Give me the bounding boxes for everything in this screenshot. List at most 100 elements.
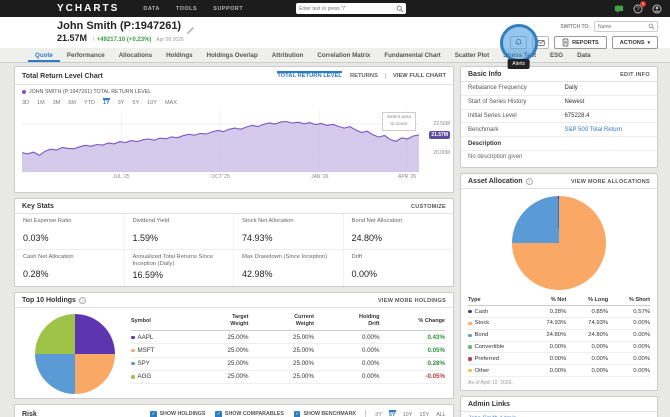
holdings-table: Symbol Target Weight Current Weight Holding… bbox=[131, 313, 445, 384]
basic-info-panel: Basic Info EDIT INFO Rebalance Frequency… bbox=[460, 66, 658, 169]
alerts-button[interactable] bbox=[510, 36, 528, 49]
checkbox-show-benchmark[interactable]: ✓ SHOW BENCHMARK bbox=[293, 411, 356, 417]
stat-value: 16.59% bbox=[132, 270, 164, 281]
checked-checkbox-icon[interactable]: ✓ bbox=[150, 411, 157, 417]
search-icon[interactable] bbox=[396, 5, 404, 13]
chart-range-5y[interactable]: 5Y bbox=[132, 98, 139, 106]
holding-row-spy[interactable]: SPY 25.00% 25.00% 0.00% 0.28% bbox=[131, 358, 445, 371]
tab-quote[interactable]: Quote bbox=[28, 48, 60, 62]
holdings-header-row: Symbol Target Weight Current Weight Holding… bbox=[131, 313, 445, 332]
tab-fundamental-chart[interactable]: Fundamental Chart bbox=[377, 48, 447, 62]
tab-holdings-overlap[interactable]: Holdings Overlap bbox=[200, 48, 265, 62]
holding-row-agg[interactable]: AGG 25.00% 25.00% 0.00% -0.05% bbox=[131, 371, 445, 384]
user-icon[interactable] bbox=[652, 3, 662, 14]
percent-net: 0.00% bbox=[549, 355, 567, 362]
alerts-tooltip: Alerts bbox=[507, 59, 531, 69]
allocation-row-bond: Bond 24.80% 24.80% 0.00% bbox=[468, 330, 650, 342]
x-axis-label: OCT '25 bbox=[211, 174, 230, 180]
holding-drift: 0.00% bbox=[361, 360, 380, 368]
chart-range-1m[interactable]: 1M bbox=[37, 98, 45, 106]
allocation-row-convertible: Convertible 0.00% 0.00% 0.00% bbox=[468, 342, 650, 354]
total-return-area-chart[interactable] bbox=[22, 110, 419, 172]
tab-scatter-plot[interactable]: Scatter Plot bbox=[448, 48, 496, 62]
holding-row-msft[interactable]: MSFT 25.00% 25.00% 0.00% 0.05% bbox=[131, 344, 445, 358]
checkbox-show-holdings[interactable]: ✓ SHOW HOLDINGS bbox=[150, 411, 205, 417]
top-nav-item-data[interactable]: DATA bbox=[143, 6, 159, 12]
page-header: John Smith (P:1947261) 21.57M ↑ +49217.1… bbox=[0, 17, 670, 69]
chart-range-6m[interactable]: 6M bbox=[68, 98, 76, 106]
tab-holdings[interactable]: Holdings bbox=[159, 48, 199, 62]
info-row-rebalance-frequency: Rebalance Frequency Daily bbox=[461, 82, 657, 96]
risk-range-all[interactable]: ALL bbox=[436, 410, 446, 417]
chart-range-3m[interactable]: 3M bbox=[53, 98, 61, 106]
tab-allocations[interactable]: Allocations bbox=[112, 48, 159, 62]
reports-button[interactable]: REPORTS bbox=[554, 36, 607, 49]
holdings-pie-chart bbox=[35, 314, 115, 395]
chart-range-ytd[interactable]: YTD bbox=[84, 98, 95, 106]
admin-link-john-smith-admin[interactable]: John Smith Admin bbox=[461, 412, 657, 417]
percent-short: 0.00% bbox=[633, 320, 650, 327]
top-nav-item-support[interactable]: SUPPORT bbox=[213, 6, 243, 12]
zoom-hint: Select area to zoom bbox=[381, 112, 416, 132]
chart-toggle-total-return-level[interactable]: TOTAL RETURN LEVEL bbox=[277, 71, 342, 81]
view-more-holdings-link[interactable]: VIEW MORE HOLDINGS bbox=[378, 298, 446, 304]
caret-down-icon: ▾ bbox=[647, 39, 650, 46]
admin-links-list: John Smith Admin bbox=[461, 412, 657, 417]
tab-attribution[interactable]: Attribution bbox=[265, 48, 311, 62]
chart-legend: JOHN SMITH (P:1947261) TOTAL RETURN LEVE… bbox=[29, 89, 152, 95]
view-more-allocations-link[interactable]: VIEW MORE ALLOCATIONS bbox=[571, 179, 650, 185]
edit-info-link[interactable]: EDIT INFO bbox=[620, 72, 650, 78]
info-icon[interactable]: ? bbox=[525, 178, 533, 186]
checkbox-show-comparables[interactable]: ✓ SHOW COMPARABLES bbox=[215, 411, 284, 417]
tab-data[interactable]: Data bbox=[570, 48, 597, 62]
total-return-chart-panel: Total Return Level Chart TOTAL RETURN LE… bbox=[14, 66, 454, 193]
allocation-type: Stock bbox=[468, 320, 524, 326]
key-stats-panel: Key Stats CUSTOMIZE Net Expense Ratio 0.0… bbox=[14, 198, 454, 288]
stat-value: 24.80% bbox=[351, 233, 383, 243]
info-value: 675228.4 bbox=[564, 112, 590, 119]
chart-toggle-returns[interactable]: RETURNS bbox=[350, 71, 378, 81]
switch-to-input[interactable] bbox=[598, 23, 648, 30]
chart-range-3y[interactable]: 3Y bbox=[118, 98, 125, 106]
info-icon[interactable]: ? bbox=[78, 297, 86, 305]
tab-performance[interactable]: Performance bbox=[60, 48, 112, 62]
portfolio-title: John Smith (P:1947261) bbox=[57, 20, 182, 32]
x-axis-label: JUL '25 bbox=[112, 174, 130, 180]
tab-correlation-matrix[interactable]: Correlation Matrix bbox=[310, 48, 377, 62]
allocation-row-preferred: Preferred 0.00% 0.00% 0.00% bbox=[468, 353, 650, 366]
chart-range-1y[interactable]: 1Y bbox=[103, 98, 110, 106]
view-full-chart-link[interactable]: VIEW FULL CHART bbox=[384, 73, 446, 79]
percent-long: 24.80% bbox=[588, 332, 609, 339]
risk-range-15y[interactable]: 15Y bbox=[419, 410, 429, 417]
allocation-type: Other bbox=[468, 368, 524, 374]
stat-label: Net Expense Ratio bbox=[23, 218, 72, 224]
customize-link[interactable]: CUSTOMIZE bbox=[411, 204, 446, 210]
ycharts-logo[interactable]: YCHARTS bbox=[57, 3, 119, 14]
percent-change: 0.28% bbox=[427, 360, 445, 368]
tab-esg[interactable]: ESG bbox=[543, 48, 570, 62]
info-value[interactable]: S&P 500 Total Return bbox=[564, 127, 621, 133]
percent-short: 0.00% bbox=[633, 344, 650, 351]
checked-checkbox-icon[interactable]: ✓ bbox=[293, 411, 301, 417]
chart-range-3d[interactable]: 3D bbox=[22, 98, 29, 106]
admin-links-title: Admin Links bbox=[468, 400, 511, 408]
envelope-icon bbox=[536, 39, 545, 46]
risk-range-5y[interactable]: 5Y bbox=[389, 410, 396, 417]
risk-range-10y[interactable]: 10Y bbox=[403, 410, 413, 417]
global-search-input[interactable] bbox=[296, 5, 396, 12]
chat-icon[interactable] bbox=[614, 4, 624, 14]
holding-row-aapl[interactable]: AAPL 25.00% 25.00% 0.00% 0.43% bbox=[131, 331, 445, 345]
email-button[interactable] bbox=[532, 36, 550, 49]
risk-range-3y[interactable]: 3Y bbox=[375, 410, 382, 417]
actions-button[interactable]: ACTIONS ▾ bbox=[611, 36, 658, 49]
stat-label: Annualized Total Returns Since Inception… bbox=[132, 254, 213, 268]
checked-checkbox-icon[interactable]: ✓ bbox=[215, 411, 222, 417]
help-icon[interactable]: ? 1 bbox=[633, 0, 646, 14]
top-nav-item-tools[interactable]: TOOLS bbox=[176, 6, 197, 12]
column-header-long: % Long bbox=[587, 297, 609, 304]
top-holdings-panel: Top 10 Holdings? VIEW MORE HOLDINGS Symb… bbox=[14, 292, 454, 400]
edit-pencil-icon[interactable] bbox=[186, 22, 195, 34]
chart-range-max[interactable]: MAX bbox=[165, 98, 177, 106]
percent-net: 74.93% bbox=[546, 320, 567, 327]
chart-range-10y[interactable]: 10Y bbox=[147, 98, 157, 106]
